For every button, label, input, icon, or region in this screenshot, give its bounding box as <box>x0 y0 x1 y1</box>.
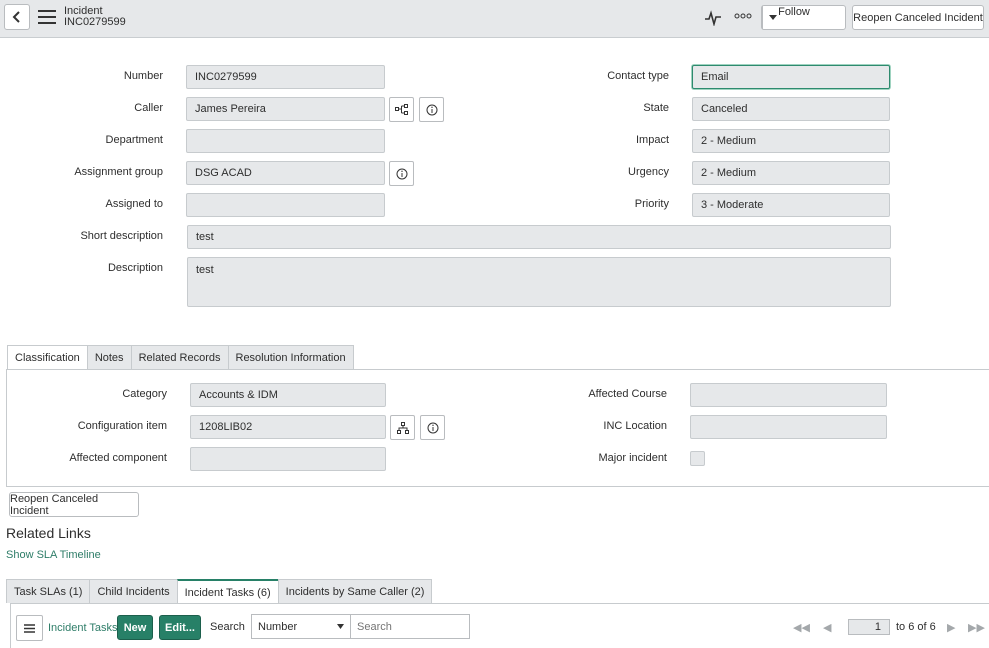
short-description-field[interactable]: test <box>187 225 891 249</box>
first-page-icon[interactable]: ◀◀ <box>793 621 810 634</box>
edit-button[interactable]: Edit... <box>159 615 201 640</box>
search-input[interactable] <box>350 614 470 639</box>
assignment-group-field[interactable]: DSG ACAD <box>186 161 385 185</box>
inc-location-field[interactable] <box>690 415 887 439</box>
impact-field[interactable]: 2 - Medium <box>692 129 890 153</box>
state-label: State <box>643 102 669 114</box>
dependency-map-icon <box>396 421 409 434</box>
incident-tasks-list-toolbar <box>10 603 989 648</box>
form-header: Incident INC0279599 Follow Reopen Cancel… <box>0 0 989 38</box>
page-range-text: to 6 of 6 <box>896 621 936 633</box>
follow-label[interactable]: Follow <box>762 6 826 18</box>
more-options-icon[interactable] <box>734 12 752 20</box>
caller-label: Caller <box>134 102 163 114</box>
search-field-select[interactable]: Number <box>251 614 351 639</box>
configuration-item-label: Configuration item <box>77 420 167 432</box>
major-incident-checkbox[interactable] <box>690 451 705 466</box>
list-menu-button[interactable] <box>16 615 43 641</box>
show-sla-timeline-link[interactable]: Show SLA Timeline <box>6 549 101 561</box>
assignment-group-label: Assignment group <box>74 166 163 178</box>
description-label: Description <box>107 262 163 274</box>
tab-incidents-by-same-caller[interactable]: Incidents by Same Caller (2) <box>277 579 433 603</box>
new-button[interactable]: New <box>117 615 153 640</box>
caret-down-icon <box>337 624 344 629</box>
ci-tree-button[interactable] <box>390 415 415 440</box>
contact-type-label: Contact type <box>607 70 669 82</box>
activity-icon[interactable] <box>704 10 722 26</box>
back-button[interactable] <box>4 4 30 30</box>
next-page-icon[interactable]: ▶ <box>947 621 955 634</box>
affected-component-field[interactable] <box>190 447 386 471</box>
tab-notes[interactable]: Notes <box>86 345 132 369</box>
assignment-group-info-button[interactable] <box>389 161 414 186</box>
inc-location-label: INC Location <box>603 420 667 432</box>
department-field[interactable] <box>186 129 385 153</box>
hierarchy-icon <box>395 104 408 115</box>
reopen-incident-button-bottom[interactable]: Reopen Canceled Incident <box>9 492 139 517</box>
tab-incident-tasks[interactable]: Incident Tasks (6) <box>176 579 279 604</box>
record-title: Incident INC0279599 <box>64 6 126 28</box>
incident-tasks-list-title[interactable]: Incident Tasks <box>48 622 118 634</box>
record-number: INC0279599 <box>64 16 126 28</box>
chevron-left-icon <box>12 11 20 23</box>
tab-classification[interactable]: Classification <box>7 345 88 370</box>
affected-course-field[interactable] <box>690 383 887 407</box>
page-number-input[interactable]: 1 <box>848 619 890 635</box>
major-incident-label: Major incident <box>598 452 667 464</box>
ci-info-button[interactable] <box>420 415 445 440</box>
category-label: Category <box>122 388 167 400</box>
search-field-value: Number <box>258 620 298 633</box>
assigned-to-label: Assigned to <box>105 198 163 210</box>
impact-label: Impact <box>635 134 669 146</box>
menu-icon[interactable] <box>38 10 56 24</box>
urgency-label: Urgency <box>628 166 669 178</box>
configuration-item-field[interactable]: 1208LIB02 <box>190 415 386 439</box>
form-section-tabs: Classification Notes Related Records Res… <box>7 345 354 370</box>
info-icon <box>396 168 407 179</box>
search-label: Search <box>210 621 245 633</box>
priority-field[interactable]: 3 - Moderate <box>692 193 890 217</box>
tab-resolution-information[interactable]: Resolution Information <box>227 345 354 369</box>
follow-button[interactable]: Follow <box>761 5 846 30</box>
related-links-title: Related Links <box>6 525 91 541</box>
info-icon <box>426 104 437 115</box>
contact-type-field[interactable]: Email <box>692 65 890 89</box>
priority-label: Priority <box>634 198 669 210</box>
department-label: Department <box>105 134 163 146</box>
assigned-to-field[interactable] <box>186 193 385 217</box>
tab-related-records[interactable]: Related Records <box>130 345 229 369</box>
number-label: Number <box>123 70 163 82</box>
info-icon <box>427 422 438 433</box>
description-field[interactable]: test <box>187 257 891 307</box>
affected-course-label: Affected Course <box>588 388 667 400</box>
caller-field[interactable]: James Pereira <box>186 97 385 121</box>
caller-info-button[interactable] <box>419 97 444 122</box>
category-field[interactable]: Accounts & IDM <box>190 383 386 407</box>
tab-child-incidents[interactable]: Child Incidents <box>89 579 178 603</box>
state-field[interactable]: Canceled <box>692 97 890 121</box>
short-description-label: Short description <box>80 230 163 242</box>
tab-task-slas[interactable]: Task SLAs (1) <box>6 579 91 603</box>
menu-icon <box>24 623 35 633</box>
previous-page-icon[interactable]: ◀ <box>823 621 831 634</box>
number-field[interactable]: INC0279599 <box>186 65 385 89</box>
urgency-field[interactable]: 2 - Medium <box>692 161 890 185</box>
affected-component-label: Affected component <box>69 452 167 464</box>
related-list-tabs: Task SLAs (1) Child Incidents Incident T… <box>6 579 433 604</box>
reopen-incident-button-top[interactable]: Reopen Canceled Incident <box>852 5 984 30</box>
caller-tree-button[interactable] <box>389 97 414 122</box>
last-page-icon[interactable]: ▶▶ <box>968 621 985 634</box>
